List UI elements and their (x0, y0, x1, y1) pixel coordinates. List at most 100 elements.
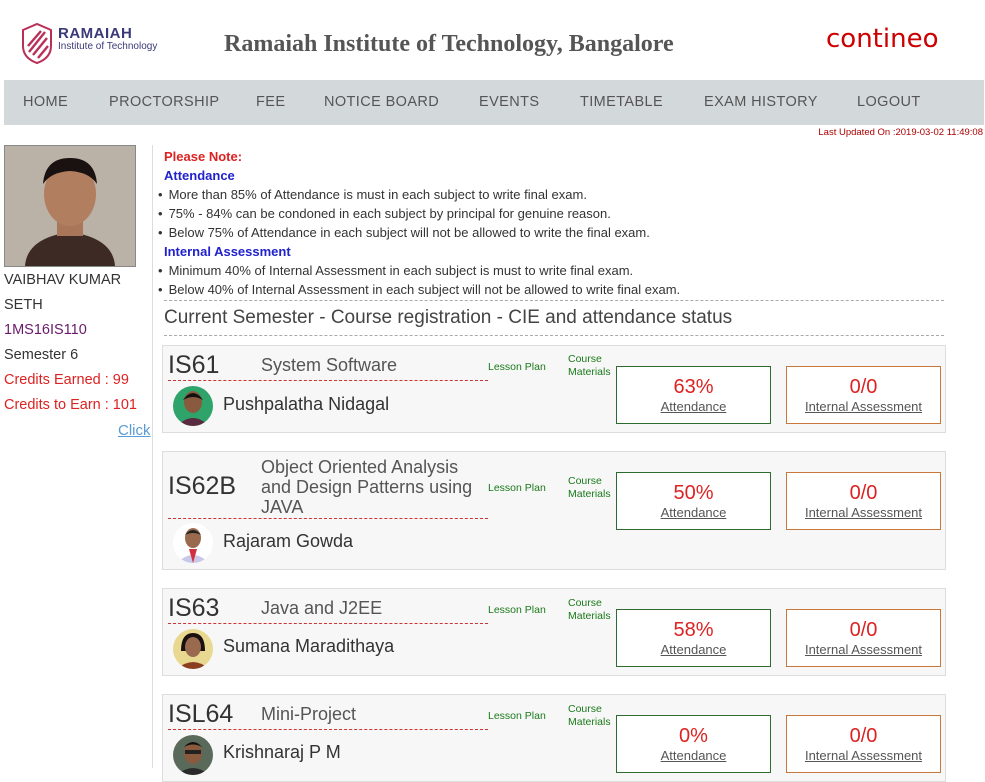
attendance-rule: Below 75% of Attendance in each subject … (158, 225, 650, 240)
ia-link[interactable]: Internal Assessment (787, 505, 940, 520)
ia-value: 0/0 (849, 482, 878, 504)
nav-exam-history[interactable]: EXAM HISTORY (704, 94, 818, 110)
credits-earned: Credits Earned : 99 (4, 372, 129, 388)
course-materials-line2: Materials (568, 488, 611, 500)
attendance-rule: 75% - 84% can be condoned in each subjec… (158, 206, 611, 221)
nav-notice-board[interactable]: NOTICE BOARD (324, 94, 439, 110)
attendance-rule: More than 85% of Attendance is must in e… (158, 187, 587, 202)
course-name-line: Object Oriented Analysis (261, 457, 459, 477)
teacher-avatar (173, 735, 213, 775)
teacher-avatar (173, 386, 213, 426)
attendance-link[interactable]: Attendance (617, 399, 770, 414)
teacher-name: Krishnaraj P M (223, 742, 341, 762)
course-code: IS61 (168, 351, 220, 379)
course-card-isl64: ISL64 Mini-Project Krishnaraj P M Lesson… (162, 694, 946, 782)
course-card-is61: IS61 System Software Pushpalatha Nidagal… (162, 345, 946, 433)
course-materials-link[interactable]: Course Materials (568, 475, 611, 501)
student-name-line2: SETH (4, 297, 43, 313)
nav-events[interactable]: EVENTS (479, 94, 539, 110)
course-code: IS63 (168, 594, 220, 622)
attendance-box[interactable]: 58% Attendance (616, 609, 771, 667)
attendance-box[interactable]: 63% Attendance (616, 366, 771, 424)
attendance-value: 58% (673, 619, 714, 641)
course-name-line: JAVA (261, 497, 304, 517)
teacher-photo-icon (173, 735, 213, 775)
course-materials-link[interactable]: Course Materials (568, 353, 611, 379)
section-title: Current Semester - Course registration -… (164, 300, 944, 336)
teacher-photo-icon (173, 386, 213, 426)
attendance-heading: Attendance (164, 168, 235, 183)
header: RAMAIAH Institute of Technology Ramaiah … (0, 0, 985, 80)
ia-link[interactable]: Internal Assessment (787, 642, 940, 657)
course-name-line: and Design Patterns using (261, 477, 473, 497)
teacher-photo-icon (173, 629, 213, 669)
attendance-box[interactable]: 0% Attendance (616, 715, 771, 773)
course-materials-line1: Course (568, 597, 602, 609)
nav-home[interactable]: HOME (23, 94, 68, 110)
logo-name: RAMAIAH (58, 25, 133, 42)
internal-assessment-heading: Internal Assessment (164, 244, 291, 259)
ramaiah-emblem-icon (22, 22, 52, 65)
attendance-value: 50% (673, 482, 714, 504)
attendance-link[interactable]: Attendance (617, 642, 770, 657)
attendance-value: 63% (673, 376, 714, 398)
course-card-is62b: IS62B Object Oriented Analysis and Desig… (162, 451, 946, 570)
please-note-heading: Please Note: (164, 149, 243, 164)
ia-value: 0/0 (849, 376, 878, 398)
last-updated: Last Updated On :2019-03-02 11:49:08 (818, 127, 983, 138)
contineo-brand: contineo (826, 24, 939, 54)
lesson-plan-link[interactable]: Lesson Plan (488, 604, 546, 616)
attendance-link[interactable]: Attendance (617, 505, 770, 520)
course-materials-line2: Materials (568, 716, 611, 728)
attendance-value: 0% (679, 725, 708, 747)
ia-link[interactable]: Internal Assessment (787, 399, 940, 414)
course-card-is63: IS63 Java and J2EE Sumana Maradithaya Le… (162, 588, 946, 676)
click-link[interactable]: Click (118, 422, 151, 439)
ia-box[interactable]: 0/0 Internal Assessment (786, 472, 941, 530)
course-code: ISL64 (168, 700, 234, 728)
lesson-plan-link[interactable]: Lesson Plan (488, 710, 546, 722)
nav-timetable[interactable]: TIMETABLE (580, 94, 663, 110)
teacher-name: Pushpalatha Nidagal (223, 394, 390, 414)
course-name: Java and J2EE (261, 598, 383, 618)
ramaiah-logo[interactable]: RAMAIAH Institute of Technology (20, 22, 160, 66)
course-code: IS62B (168, 472, 237, 500)
teacher-name: Sumana Maradithaya (223, 636, 395, 656)
teacher-photo-icon (173, 523, 213, 563)
student-semester: Semester 6 (4, 347, 79, 363)
course-materials-line1: Course (568, 703, 602, 715)
course-materials-link[interactable]: Course Materials (568, 597, 611, 623)
ia-box[interactable]: 0/0 Internal Assessment (786, 715, 941, 773)
ia-link[interactable]: Internal Assessment (787, 748, 940, 763)
course-divider (168, 380, 488, 381)
course-materials-line2: Materials (568, 366, 611, 378)
teacher-name: Rajaram Gowda (223, 531, 354, 551)
attendance-box[interactable]: 50% Attendance (616, 472, 771, 530)
attendance-link[interactable]: Attendance (617, 748, 770, 763)
logo-subtitle: Institute of Technology (58, 41, 158, 52)
course-materials-link[interactable]: Course Materials (568, 703, 611, 729)
student-name-line1: VAIBHAV KUMAR (4, 272, 122, 288)
course-name: Mini-Project (261, 704, 357, 724)
teacher-avatar (173, 523, 213, 563)
course-name: System Software (261, 355, 398, 375)
ia-value: 0/0 (849, 619, 878, 641)
course-materials-line1: Course (568, 353, 602, 365)
ia-rule: Minimum 40% of Internal Assessment in ea… (158, 263, 634, 278)
nav-proctorship[interactable]: PROCTORSHIP (109, 94, 219, 110)
ia-box[interactable]: 0/0 Internal Assessment (786, 609, 941, 667)
course-materials-line1: Course (568, 475, 602, 487)
lesson-plan-link[interactable]: Lesson Plan (488, 361, 546, 373)
student-avatar-icon (5, 146, 135, 266)
course-divider (168, 623, 488, 624)
ia-rule: Below 40% of Internal Assessment in each… (158, 282, 681, 297)
page-title: Ramaiah Institute of Technology, Bangalo… (224, 31, 674, 57)
ia-box[interactable]: 0/0 Internal Assessment (786, 366, 941, 424)
lesson-plan-link[interactable]: Lesson Plan (488, 482, 546, 494)
nav-fee[interactable]: FEE (256, 94, 285, 110)
main-nav: HOME PROCTORSHIP FEE NOTICE BOARD EVENTS… (4, 80, 984, 125)
student-sidebar: VAIBHAV KUMAR SETH 1MS16IS110 Semester 6… (4, 145, 153, 768)
student-usn: 1MS16IS110 (4, 322, 87, 338)
nav-logout[interactable]: LOGOUT (857, 94, 921, 110)
course-materials-line2: Materials (568, 610, 611, 622)
